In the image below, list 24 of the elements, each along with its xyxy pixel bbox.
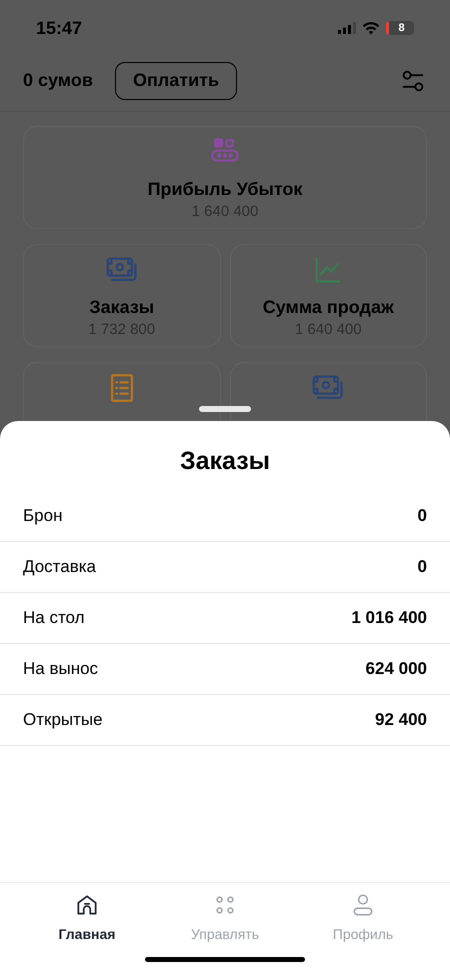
sheet-title: Заказы — [180, 446, 270, 477]
card-title: Сумма продаж — [262, 297, 394, 317]
row-value: 92 400 — [375, 709, 427, 732]
row-label: Брон — [23, 505, 62, 528]
row-value: 624 000 — [366, 658, 427, 680]
signal-icon — [338, 22, 356, 34]
row-value: 0 — [418, 505, 427, 528]
card-title: Прибыль Убыток — [148, 179, 302, 199]
tab-bar-item[interactable]: Профиль — [294, 883, 432, 945]
row-value: 0 — [418, 556, 427, 578]
row-label: На вынос — [23, 658, 98, 680]
pay-button[interactable]: Оплатить — [114, 62, 238, 100]
status-time: 15:47 — [36, 16, 82, 40]
row-label: На стол — [23, 607, 85, 630]
balance-text: 0 сумов — [23, 69, 93, 92]
battery-indicator: 8 — [386, 21, 414, 35]
row-label: Открытые — [23, 709, 103, 732]
tab-bar-item[interactable]: Главная — [18, 883, 156, 945]
wifi-icon — [362, 22, 380, 34]
card-title: Заказы — [89, 297, 154, 317]
tab-bar-item[interactable]: Управлять — [156, 883, 294, 945]
row-label: Доставка — [23, 556, 96, 578]
sheet-handle[interactable] — [199, 406, 251, 412]
row-value: 1 016 400 — [351, 607, 427, 630]
